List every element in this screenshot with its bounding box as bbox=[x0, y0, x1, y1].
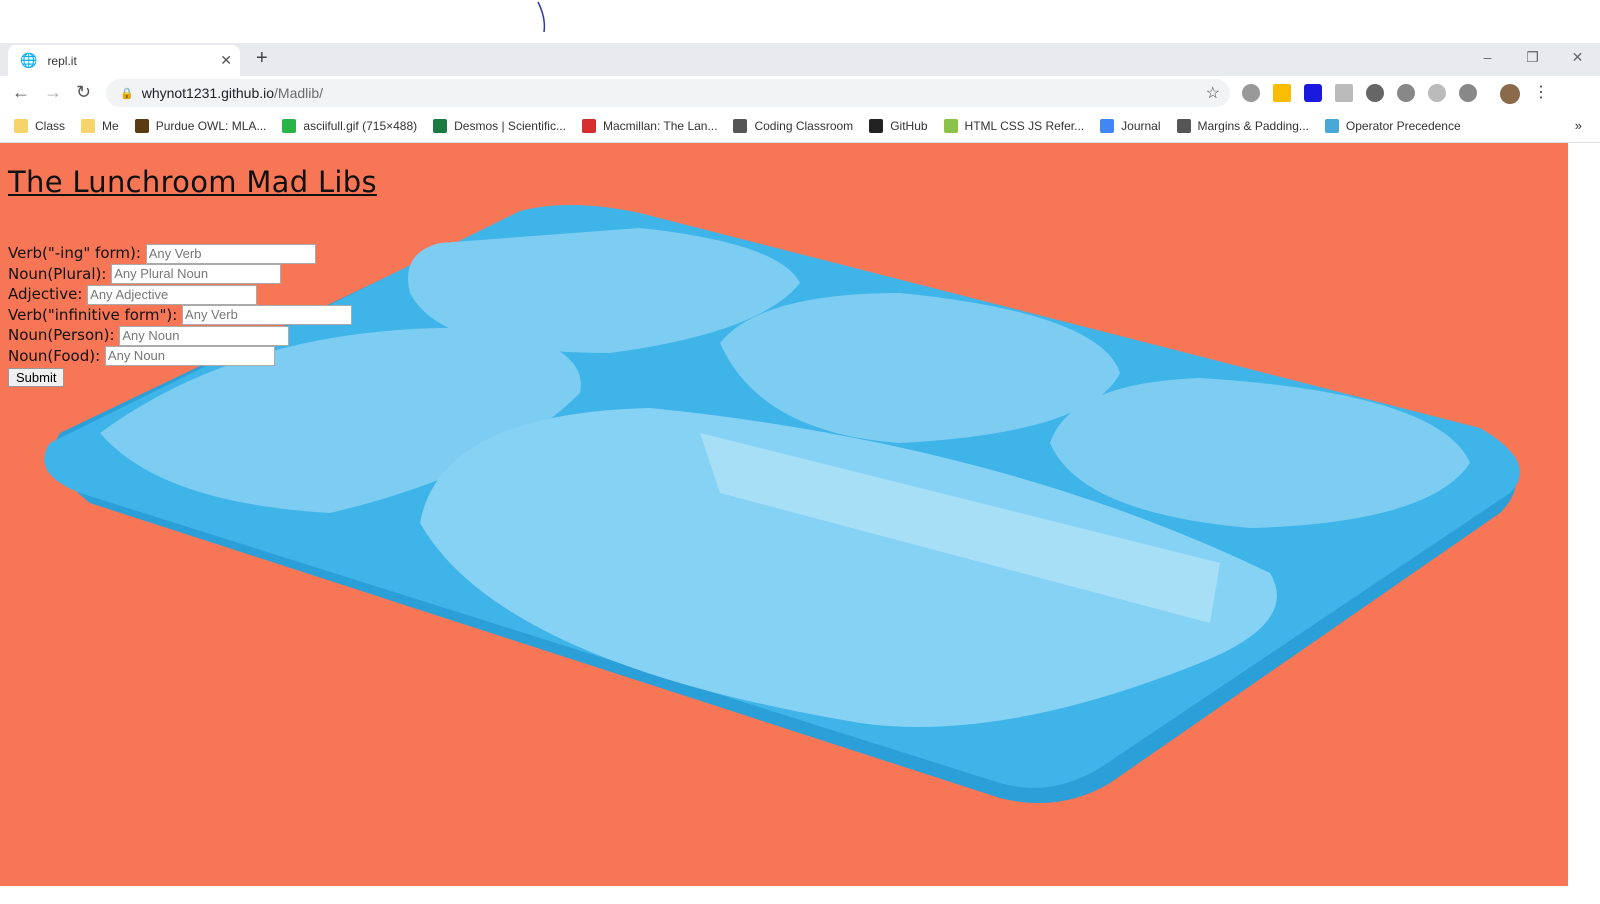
bookmark-item[interactable]: Operator Precedence bbox=[1324, 119, 1461, 133]
bookmark-favicon-icon bbox=[14, 119, 28, 133]
bookmark-label: Me bbox=[102, 119, 119, 133]
new-tab-button[interactable]: + bbox=[256, 47, 268, 70]
close-window-button[interactable]: ✕ bbox=[1555, 43, 1600, 71]
star-icon[interactable]: ☆ bbox=[1206, 83, 1220, 103]
bookmark-favicon-icon bbox=[1100, 119, 1115, 133]
bookmark-item[interactable]: Margins & Padding... bbox=[1176, 119, 1309, 133]
browser-tab[interactable]: 🌐 repl.it ✕ bbox=[8, 45, 240, 76]
page-title: The Lunchroom Mad Libs bbox=[8, 165, 377, 199]
bookmark-label: Macmillan: The Lan... bbox=[602, 119, 718, 133]
word-input[interactable]: Any Verb bbox=[182, 305, 353, 326]
bookmark-label: GitHub bbox=[890, 119, 928, 133]
input-placeholder: Any Noun bbox=[107, 348, 166, 364]
reload-icon[interactable]: ↻ bbox=[76, 82, 91, 103]
field-label: Verb("infinitive form"): bbox=[8, 305, 178, 324]
bookmark-item[interactable]: Journal bbox=[1100, 119, 1161, 133]
form-row: Adjective: Any Adjective bbox=[8, 284, 377, 305]
input-placeholder: Any Verb bbox=[185, 307, 238, 323]
url-host: whynot1231.github.io bbox=[141, 85, 275, 101]
bookmark-favicon-icon bbox=[943, 119, 958, 133]
extension-icon[interactable] bbox=[1242, 84, 1260, 102]
field-label: Verb("-ing" form): bbox=[8, 244, 141, 262]
extension-lp-icon[interactable] bbox=[1459, 84, 1477, 102]
bookmark-favicon-icon bbox=[282, 119, 297, 133]
bookmark-favicon-icon bbox=[1324, 119, 1339, 133]
bookmark-item[interactable]: Desmos | Scientific... bbox=[433, 119, 566, 133]
field-label: Noun(Person): bbox=[8, 326, 115, 345]
bookmark-favicon-icon bbox=[1176, 119, 1191, 133]
extension-icon[interactable] bbox=[1335, 84, 1353, 102]
extension-lp-icon[interactable] bbox=[1397, 84, 1415, 102]
word-input[interactable]: Any Verb bbox=[145, 243, 316, 264]
input-placeholder: Any Verb bbox=[148, 245, 202, 261]
browser-toolbar: ← → ↻ 🔒 whynot1231.github.io/Madlib/ ☆ ⋮ bbox=[0, 76, 1600, 110]
bookmark-label: asciifull.gif (715×488) bbox=[303, 119, 418, 133]
input-placeholder: Any Plural Noun bbox=[114, 266, 209, 282]
minimize-button[interactable]: – bbox=[1465, 43, 1510, 71]
word-input[interactable]: Any Noun bbox=[119, 325, 290, 346]
word-input[interactable]: Any Adjective bbox=[87, 284, 258, 305]
tab-bar: 🌐 repl.it ✕ + – ❐ ✕ bbox=[0, 43, 1600, 76]
bookmark-item[interactable]: Class bbox=[14, 119, 65, 133]
submit-button[interactable]: Submit bbox=[8, 367, 65, 387]
bookmark-label: Purdue OWL: MLA... bbox=[155, 119, 267, 133]
form-row: Noun(Food): Any Noun bbox=[8, 346, 377, 367]
pen-stroke bbox=[537, 1, 546, 33]
bookmark-label: Margins & Padding... bbox=[1197, 119, 1309, 133]
bookmark-label: Operator Precedence bbox=[1345, 119, 1461, 133]
bookmark-favicon-icon bbox=[733, 119, 748, 133]
bookmark-favicon-icon bbox=[81, 119, 96, 133]
bookmark-item[interactable]: Macmillan: The Lan... bbox=[581, 119, 718, 133]
globe-icon: 🌐 bbox=[20, 52, 38, 68]
drive-icon[interactable] bbox=[1273, 84, 1291, 102]
close-tab-icon[interactable]: ✕ bbox=[220, 52, 232, 69]
madlib-content: The Lunchroom Mad Libs Verb("-ing" form)… bbox=[8, 165, 377, 387]
field-label: Noun(Plural): bbox=[8, 264, 107, 283]
input-placeholder: Any Adjective bbox=[90, 286, 169, 302]
bookmark-item[interactable]: Purdue OWL: MLA... bbox=[134, 119, 267, 133]
back-icon[interactable]: ← bbox=[12, 82, 30, 103]
bookmark-favicon-icon bbox=[869, 119, 884, 133]
address-bar[interactable]: 🔒 whynot1231.github.io/Madlib/ ☆ bbox=[106, 79, 1230, 107]
form-row: Verb("infinitive form"): Any Verb bbox=[8, 305, 377, 326]
power-icon[interactable] bbox=[1366, 84, 1384, 102]
bookmark-item[interactable]: GitHub bbox=[869, 119, 928, 133]
bookmark-label: HTML CSS JS Refer... bbox=[964, 119, 1085, 133]
bookmark-label: Class bbox=[35, 119, 66, 133]
more-bookmarks-icon[interactable]: » bbox=[1575, 118, 1582, 133]
bookmark-label: Desmos | Scientific... bbox=[454, 119, 566, 133]
input-placeholder: Any Noun bbox=[122, 327, 180, 343]
extension-icon[interactable] bbox=[1428, 84, 1446, 102]
url-path: /Madlib/ bbox=[274, 85, 324, 101]
bookmark-item[interactable]: HTML CSS JS Refer... bbox=[943, 119, 1085, 133]
page: The Lunchroom Mad Libs Verb("-ing" form)… bbox=[0, 143, 1568, 886]
bookmark-item[interactable]: asciifull.gif (715×488) bbox=[282, 119, 417, 133]
madlib-form: Verb("-ing" form): Any Verb Noun(Plural):… bbox=[8, 243, 377, 387]
extensions: ⋮ bbox=[1242, 84, 1549, 104]
bookmark-label: Coding Classroom bbox=[754, 119, 854, 133]
scrollbar[interactable] bbox=[1568, 143, 1600, 886]
menu-icon[interactable]: ⋮ bbox=[1533, 84, 1549, 102]
bookmark-favicon-icon bbox=[581, 119, 596, 133]
bookmark-label: Journal bbox=[1121, 119, 1161, 133]
field-label: Adjective: bbox=[8, 285, 83, 304]
tab-title: repl.it bbox=[47, 53, 77, 68]
lock-icon: 🔒 bbox=[120, 87, 134, 100]
bookmark-favicon-icon bbox=[134, 119, 149, 133]
forward-icon[interactable]: → bbox=[44, 82, 62, 103]
bookmark-item[interactable]: Me bbox=[81, 119, 119, 133]
bookmarks-bar: Class Me Purdue OWL: MLA... asciifull.gif (… bbox=[0, 110, 1600, 143]
word-input[interactable]: Any Plural Noun bbox=[111, 264, 282, 285]
form-row: Noun(Person): Any Noun bbox=[8, 325, 377, 346]
avatar[interactable] bbox=[1500, 84, 1520, 104]
bookmark-favicon-icon bbox=[433, 119, 448, 133]
form-row: Noun(Plural): Any Plural Noun bbox=[8, 264, 377, 285]
restore-button[interactable]: ❐ bbox=[1510, 43, 1555, 71]
bookmark-item[interactable]: Coding Classroom bbox=[733, 119, 853, 133]
extension-c-icon[interactable] bbox=[1304, 84, 1322, 102]
desktop-top bbox=[0, 0, 1600, 43]
word-input[interactable]: Any Noun bbox=[104, 346, 275, 367]
form-row: Verb("-ing" form): Any Verb bbox=[8, 243, 377, 264]
field-label: Noun(Food): bbox=[8, 346, 101, 365]
